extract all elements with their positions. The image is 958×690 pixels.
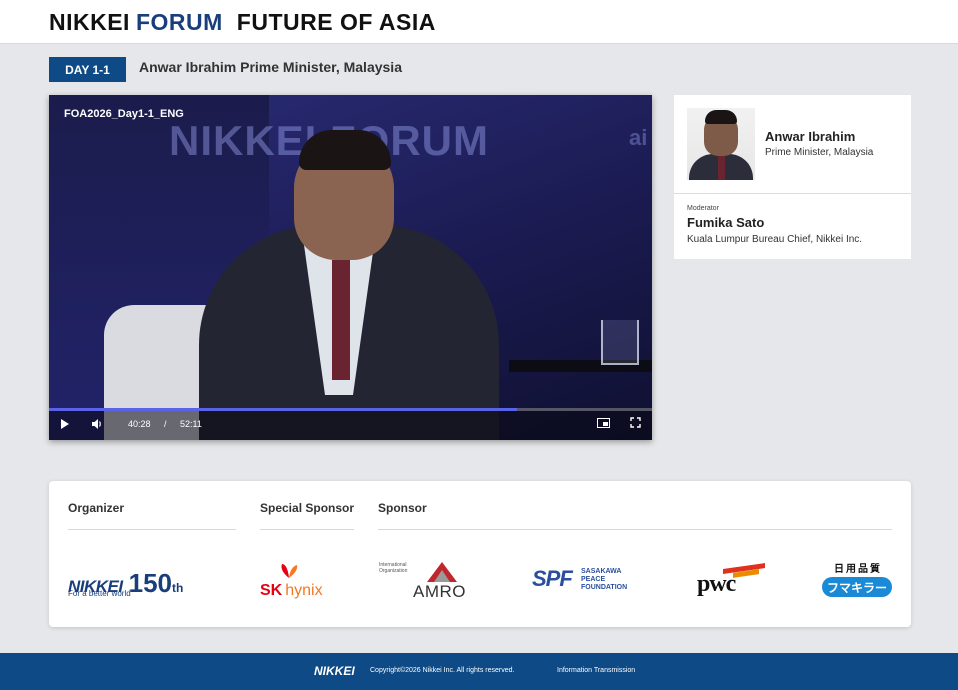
speaker-card: Anwar Ibrahim Prime Minister, Malaysia M… <box>674 95 911 259</box>
video-progress-fill <box>49 408 517 411</box>
amro-inner-triangle <box>434 570 450 582</box>
volume-icon[interactable] <box>91 418 103 433</box>
video-file-title: FOA2026_Day1-1_ENG <box>64 108 184 120</box>
nikkei150-number: 150 <box>128 568 173 598</box>
card-divider <box>674 193 911 194</box>
speaker-name: Anwar Ibrahim <box>765 129 856 144</box>
fumakilla-top-text: 日用品質 <box>834 564 882 575</box>
speaker-portrait <box>687 108 755 180</box>
moderator-role: Kuala Lumpur Bureau Chief, Nikkei Inc. <box>687 234 863 245</box>
pwc-name: pwc <box>697 571 736 597</box>
sasakawa-peace-foundation-logo[interactable]: SPF SASAKAWA PEACE FOUNDATION <box>532 566 642 594</box>
play-icon[interactable] <box>61 419 69 429</box>
fumakilla-logo[interactable]: 日用品質 フマキラー <box>822 560 894 600</box>
sponsor-heading: Sponsor <box>378 501 427 515</box>
brand-forum: FORUM <box>135 9 223 35</box>
spf-line3: FOUNDATION <box>581 584 628 591</box>
video-water-glass <box>601 320 639 365</box>
video-background-text: ai <box>629 125 648 150</box>
video-player[interactable]: NIKKEI FORUM ai FOA2026_Day1-1_ENG 40:28… <box>49 95 652 440</box>
pwc-logo[interactable]: pwc <box>697 561 769 601</box>
video-total-time: 52:11 <box>180 419 202 429</box>
sk-suffix: hynix <box>285 582 323 599</box>
video-speaker-hair <box>299 130 391 170</box>
site-footer: NIKKEI Copyright©2026 Nikkei Inc. All ri… <box>0 653 958 690</box>
amro-name: AMRO <box>413 582 466 601</box>
sponsor-card: Organizer Special Sponsor Sponsor NIKKEI… <box>49 481 911 627</box>
spf-line1: SASAKAWA <box>581 568 622 575</box>
sk-hynix-logo[interactable]: SK hynix <box>260 562 340 602</box>
organizer-divider <box>68 529 236 530</box>
sk-butterfly-icon <box>281 564 298 578</box>
spf-text: SASAKAWA PEACE FOUNDATION <box>581 568 627 592</box>
moderator-name: Fumika Sato <box>687 215 765 230</box>
moderator-label: Moderator <box>687 205 719 212</box>
sponsor-divider <box>378 529 892 530</box>
special-sponsor-divider <box>260 529 354 530</box>
video-time-separator: / <box>164 419 167 429</box>
brand-nikkei: NIKKEI <box>49 9 130 35</box>
organizer-heading: Organizer <box>68 501 125 515</box>
brand-future-of-asia: FUTURE OF ASIA <box>236 9 436 35</box>
portrait-hair <box>705 110 737 124</box>
spf-line2: PEACE <box>581 576 606 583</box>
footer-copyright: Copyright©2026 Nikkei Inc. All rights re… <box>370 667 515 674</box>
portrait-tie <box>718 156 725 180</box>
session-title: Anwar Ibrahim Prime Minister, Malaysia <box>139 59 402 75</box>
speaker-role: Prime Minister, Malaysia <box>765 147 874 158</box>
spf-mark: SPF <box>532 566 573 591</box>
fumakilla-name: フマキラー <box>822 577 892 597</box>
fullscreen-icon[interactable] <box>630 417 641 431</box>
amro-small-text: International Organization <box>379 562 408 574</box>
video-speaker-tie <box>332 260 350 380</box>
sk-hynix-text: SK hynix <box>260 582 323 600</box>
site-header: NIKKEI FORUM FUTURE OF ASIA <box>0 0 958 44</box>
nikkei-150th-logo[interactable]: NIKKEI 150th For a better world <box>68 568 183 599</box>
footer-information-link[interactable]: Information Transmission <box>557 667 635 674</box>
footer-logo[interactable]: NIKKEI <box>314 664 355 678</box>
video-current-time: 40:28 <box>128 419 151 429</box>
picture-in-picture-icon[interactable] <box>597 418 610 428</box>
video-progress-bar[interactable] <box>49 408 652 411</box>
video-controls: 40:28 / 52:11 <box>49 408 652 440</box>
day-badge: DAY 1-1 <box>49 57 126 82</box>
amro-logo[interactable]: International Organization AMRO <box>379 560 479 602</box>
sk-name: SK <box>260 582 283 599</box>
special-sponsor-heading: Special Sponsor <box>260 501 355 515</box>
site-logo[interactable]: NIKKEI FORUM FUTURE OF ASIA <box>49 9 436 36</box>
nikkei150-tagline: For a better world <box>68 589 131 598</box>
nikkei150-suffix: th <box>172 581 184 595</box>
